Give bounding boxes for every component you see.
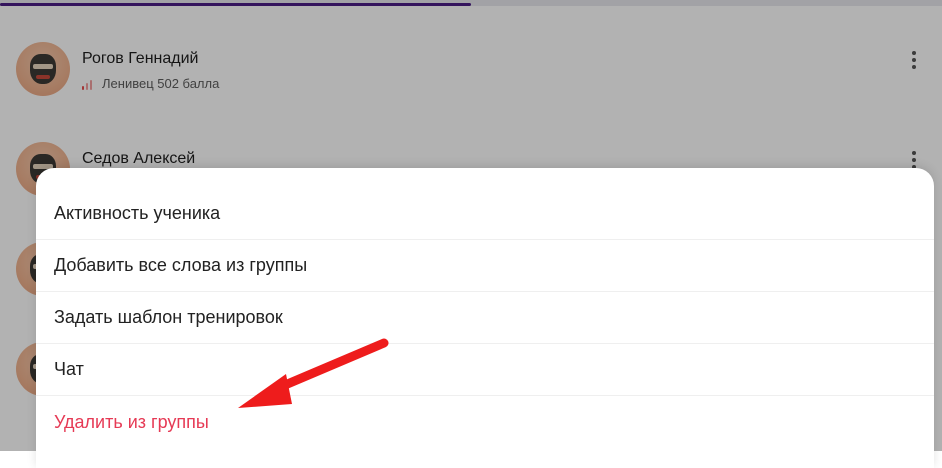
action-sheet: Активность ученика Добавить все слова из… [36,168,934,468]
menu-item-add-all-words[interactable]: Добавить все слова из группы [36,240,934,292]
action-menu: Активность ученика Добавить все слова из… [36,188,934,448]
menu-item-set-training-template[interactable]: Задать шаблон тренировок [36,292,934,344]
menu-item-remove-from-group[interactable]: Удалить из группы [36,396,934,448]
menu-item-chat[interactable]: Чат [36,344,934,396]
menu-item-student-activity[interactable]: Активность ученика [36,188,934,240]
